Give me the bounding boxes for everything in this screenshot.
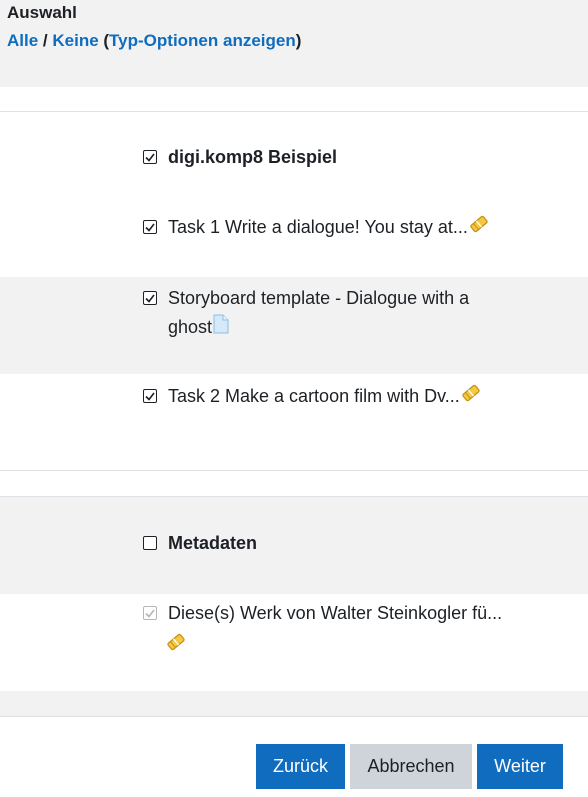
item-label-storyboard-line2: ghost [168, 313, 230, 343]
checkbox-section-metadaten[interactable] [143, 536, 157, 550]
assignment-icon [460, 383, 482, 412]
divider [0, 111, 588, 112]
section-band-metadaten [0, 496, 588, 594]
back-button[interactable]: Zurück [256, 744, 345, 789]
item-label-task2: Task 2 Make a cartoon film with Dv... [168, 382, 482, 412]
item-text-storyboard-line2: ghost [168, 317, 213, 337]
close-paren: ) [295, 31, 302, 50]
cancel-button[interactable]: Abbrechen [350, 744, 472, 789]
divider [0, 716, 588, 717]
checkbox-section-digikomp8[interactable] [143, 150, 157, 164]
checkbox-license-disabled [143, 606, 157, 620]
item-label-task1: Task 1 Write a dialogue! You stay at... [168, 213, 490, 243]
open-paren: ( [98, 31, 110, 50]
item-label-storyboard-line1: Storyboard template - Dialogue with a [168, 288, 470, 308]
select-none-link[interactable]: Keine [52, 31, 98, 50]
item-label-license: Diese(s) Werk von Walter Steinkogler fü.… [168, 603, 503, 623]
item-text-task2: Task 2 Make a cartoon film with Dv... [168, 386, 460, 406]
checkbox-task2[interactable] [143, 389, 157, 403]
bottom-band [0, 691, 588, 716]
separator-text: / [38, 31, 53, 50]
file-icon [212, 314, 230, 343]
assignment-icon [165, 632, 187, 657]
select-all-link[interactable]: Alle [7, 31, 38, 50]
next-button[interactable]: Weiter [477, 744, 563, 789]
assignment-icon [468, 214, 490, 243]
item-text-task1: Task 1 Write a dialogue! You stay at... [168, 217, 468, 237]
section-label-digikomp8: digi.komp8 Beispiel [168, 147, 338, 167]
selection-links: Alle / Keine (Typ-Optionen anzeigen) [7, 31, 301, 51]
selection-title: Auswahl [7, 3, 77, 22]
checkbox-storyboard[interactable] [143, 291, 157, 305]
checkbox-task1[interactable] [143, 220, 157, 234]
section-label-metadaten: Metadaten [168, 533, 258, 553]
divider [0, 470, 588, 471]
show-type-options-link[interactable]: Typ-Optionen anzeigen [109, 31, 296, 50]
